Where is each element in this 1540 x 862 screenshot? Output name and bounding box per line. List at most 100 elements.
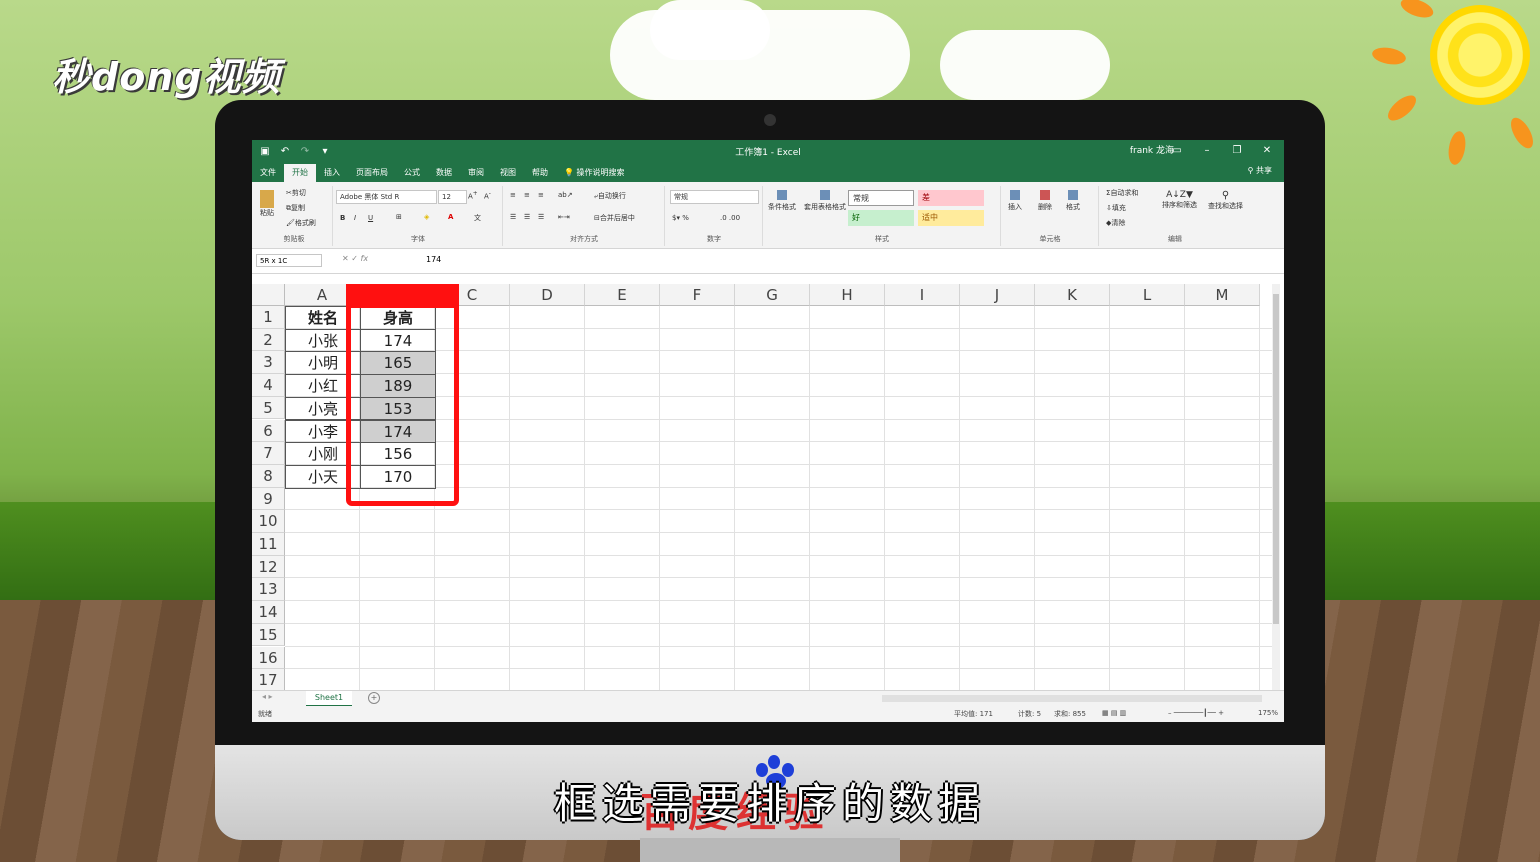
sheet-tab[interactable]: Sheet1 [306, 691, 352, 707]
status-ready: 就绪 [258, 710, 272, 718]
close-icon[interactable]: ✕ [1252, 140, 1282, 162]
tab-formulas[interactable]: 公式 [396, 164, 428, 182]
vertical-scrollbar[interactable] [1272, 284, 1280, 690]
decimal-icon[interactable]: .0 .00 [720, 214, 740, 222]
find-select-button[interactable]: ⚲ 查找和选择 [1208, 190, 1243, 211]
sort-filter-button[interactable]: A↓Z▼ 排序和筛选 [1162, 190, 1197, 210]
cut-button[interactable]: ✂剪切 [286, 188, 306, 198]
wrap-text-button[interactable]: ⤶自动换行 [594, 191, 626, 201]
align-bottom-icon[interactable]: ≡ [538, 191, 544, 199]
column-header-H[interactable]: H [810, 284, 885, 306]
row-header-5[interactable]: 5 [252, 396, 285, 420]
column-header-J[interactable]: J [960, 284, 1035, 306]
font-size-select[interactable]: 12 [438, 190, 467, 204]
sheet-nav-icon[interactable]: ◂ ▸ [262, 692, 273, 701]
column-header-I[interactable]: I [885, 284, 960, 306]
row-header-2[interactable]: 2 [252, 328, 285, 352]
insert-cells-button[interactable]: 插入 [1008, 190, 1022, 212]
decrease-font-icon[interactable]: A- [484, 191, 491, 200]
tab-data[interactable]: 数据 [428, 164, 460, 182]
format-cells-button[interactable]: 格式 [1066, 190, 1080, 212]
row-header-14[interactable]: 14 [252, 601, 285, 624]
add-sheet-icon[interactable]: + [368, 692, 380, 704]
format-painter-button[interactable]: 🖌格式刷 [286, 218, 316, 228]
row-header-7[interactable]: 7 [252, 442, 285, 465]
number-format-select[interactable]: 常规 [670, 190, 759, 204]
tab-review[interactable]: 审阅 [460, 164, 492, 182]
autosum-button[interactable]: Σ自动求和 [1106, 188, 1138, 198]
tab-file[interactable]: 文件 [252, 164, 284, 182]
underline-button[interactable]: U [368, 214, 373, 222]
font-name-select[interactable]: Adobe 黑体 Std R [336, 190, 437, 204]
style-neutral[interactable]: 适中 [918, 210, 984, 226]
select-all-corner[interactable] [252, 284, 285, 306]
tab-home[interactable]: 开始 [284, 164, 316, 182]
align-right-icon[interactable]: ☰ [538, 213, 544, 221]
column-header-E[interactable]: E [585, 284, 660, 306]
row-header-16[interactable]: 16 [252, 646, 285, 670]
align-middle-icon[interactable]: ≡ [524, 191, 530, 199]
tell-me-search[interactable]: 💡 操作说明搜索 [556, 164, 633, 182]
share-button[interactable]: ⚲ 共享 [1248, 165, 1272, 176]
name-box[interactable]: 5R x 1C [256, 254, 322, 267]
restore-icon[interactable]: ❐ [1222, 140, 1252, 162]
style-good[interactable]: 好 [848, 210, 914, 226]
tab-help[interactable]: 帮助 [524, 164, 556, 182]
paste-button[interactable]: 粘贴 [260, 190, 276, 218]
column-header-D[interactable]: D [510, 284, 585, 306]
phonetic-icon[interactable]: 文 [474, 213, 481, 223]
indent-icon[interactable]: ⇤⇥ [558, 213, 570, 221]
row-header-9[interactable]: 9 [252, 487, 285, 511]
row-header-15[interactable]: 15 [252, 623, 285, 647]
minimize-icon[interactable]: – [1192, 140, 1222, 162]
ribbon: 粘贴 ✂剪切 ⧉复制 🖌格式刷 剪贴板 Adobe 黑体 Std R 12 A+… [252, 182, 1284, 249]
row-header-11[interactable]: 11 [252, 533, 285, 556]
increase-font-icon[interactable]: A+ [468, 191, 478, 200]
format-as-table-button[interactable]: 套用表格格式 [804, 190, 846, 212]
formula-input[interactable]: 174 [426, 255, 441, 264]
column-header-G[interactable]: G [735, 284, 810, 306]
zoom-slider[interactable]: – ───────┃── + [1168, 709, 1224, 717]
row-header-12[interactable]: 12 [252, 555, 285, 579]
horizontal-scrollbar[interactable] [882, 695, 1262, 702]
scroll-thumb[interactable] [1273, 294, 1279, 624]
row-header-3[interactable]: 3 [252, 351, 285, 375]
delete-cells-button[interactable]: 删除 [1038, 190, 1052, 212]
tab-page-layout[interactable]: 页面布局 [348, 164, 396, 182]
row-header-6[interactable]: 6 [252, 419, 285, 443]
currency-icon[interactable]: $▾ % [672, 214, 689, 222]
style-normal[interactable]: 常规 [848, 190, 914, 206]
font-color-icon[interactable]: A [448, 213, 453, 221]
row-header-13[interactable]: 13 [252, 578, 285, 602]
fill-button[interactable]: ⇩填充 [1106, 203, 1126, 213]
merge-center-button[interactable]: ⊟合并后居中 [594, 213, 635, 223]
orientation-icon[interactable]: ab↗ [558, 191, 573, 199]
tab-insert[interactable]: 插入 [316, 164, 348, 182]
column-header-K[interactable]: K [1035, 284, 1110, 306]
row-header-4[interactable]: 4 [252, 374, 285, 397]
italic-button[interactable]: I [354, 214, 356, 222]
tab-view[interactable]: 视图 [492, 164, 524, 182]
column-header-L[interactable]: L [1110, 284, 1185, 306]
zoom-level[interactable]: 175% [1258, 709, 1278, 717]
bold-button[interactable]: B [340, 214, 345, 222]
borders-icon[interactable]: ⊞ [396, 213, 402, 221]
view-buttons[interactable]: ▦ ▤ ▥ [1102, 709, 1126, 717]
fill-color-icon[interactable]: ◈ [424, 213, 429, 221]
row-header-1[interactable]: 1 [252, 306, 285, 329]
column-header-M[interactable]: M [1185, 284, 1260, 306]
align-top-icon[interactable]: ≡ [510, 191, 516, 199]
align-left-icon[interactable]: ☰ [510, 213, 516, 221]
copy-button[interactable]: ⧉复制 [286, 203, 305, 213]
column-header-F[interactable]: F [660, 284, 735, 306]
clear-button[interactable]: ◆清除 [1106, 218, 1125, 228]
style-bad[interactable]: 差 [918, 190, 984, 206]
formula-buttons[interactable]: ✕ ✓ fx [342, 254, 368, 263]
worksheet-grid[interactable]: ABCDEFGHIJKLM1234567891011121314151617姓名… [252, 284, 1284, 692]
align-center-icon[interactable]: ☰ [524, 213, 530, 221]
row-header-17[interactable]: 17 [252, 669, 285, 692]
conditional-format-button[interactable]: 条件格式 [768, 190, 796, 212]
row-header-8[interactable]: 8 [252, 464, 285, 488]
ribbon-display-icon[interactable]: ▭ [1162, 140, 1192, 162]
row-header-10[interactable]: 10 [252, 510, 285, 533]
